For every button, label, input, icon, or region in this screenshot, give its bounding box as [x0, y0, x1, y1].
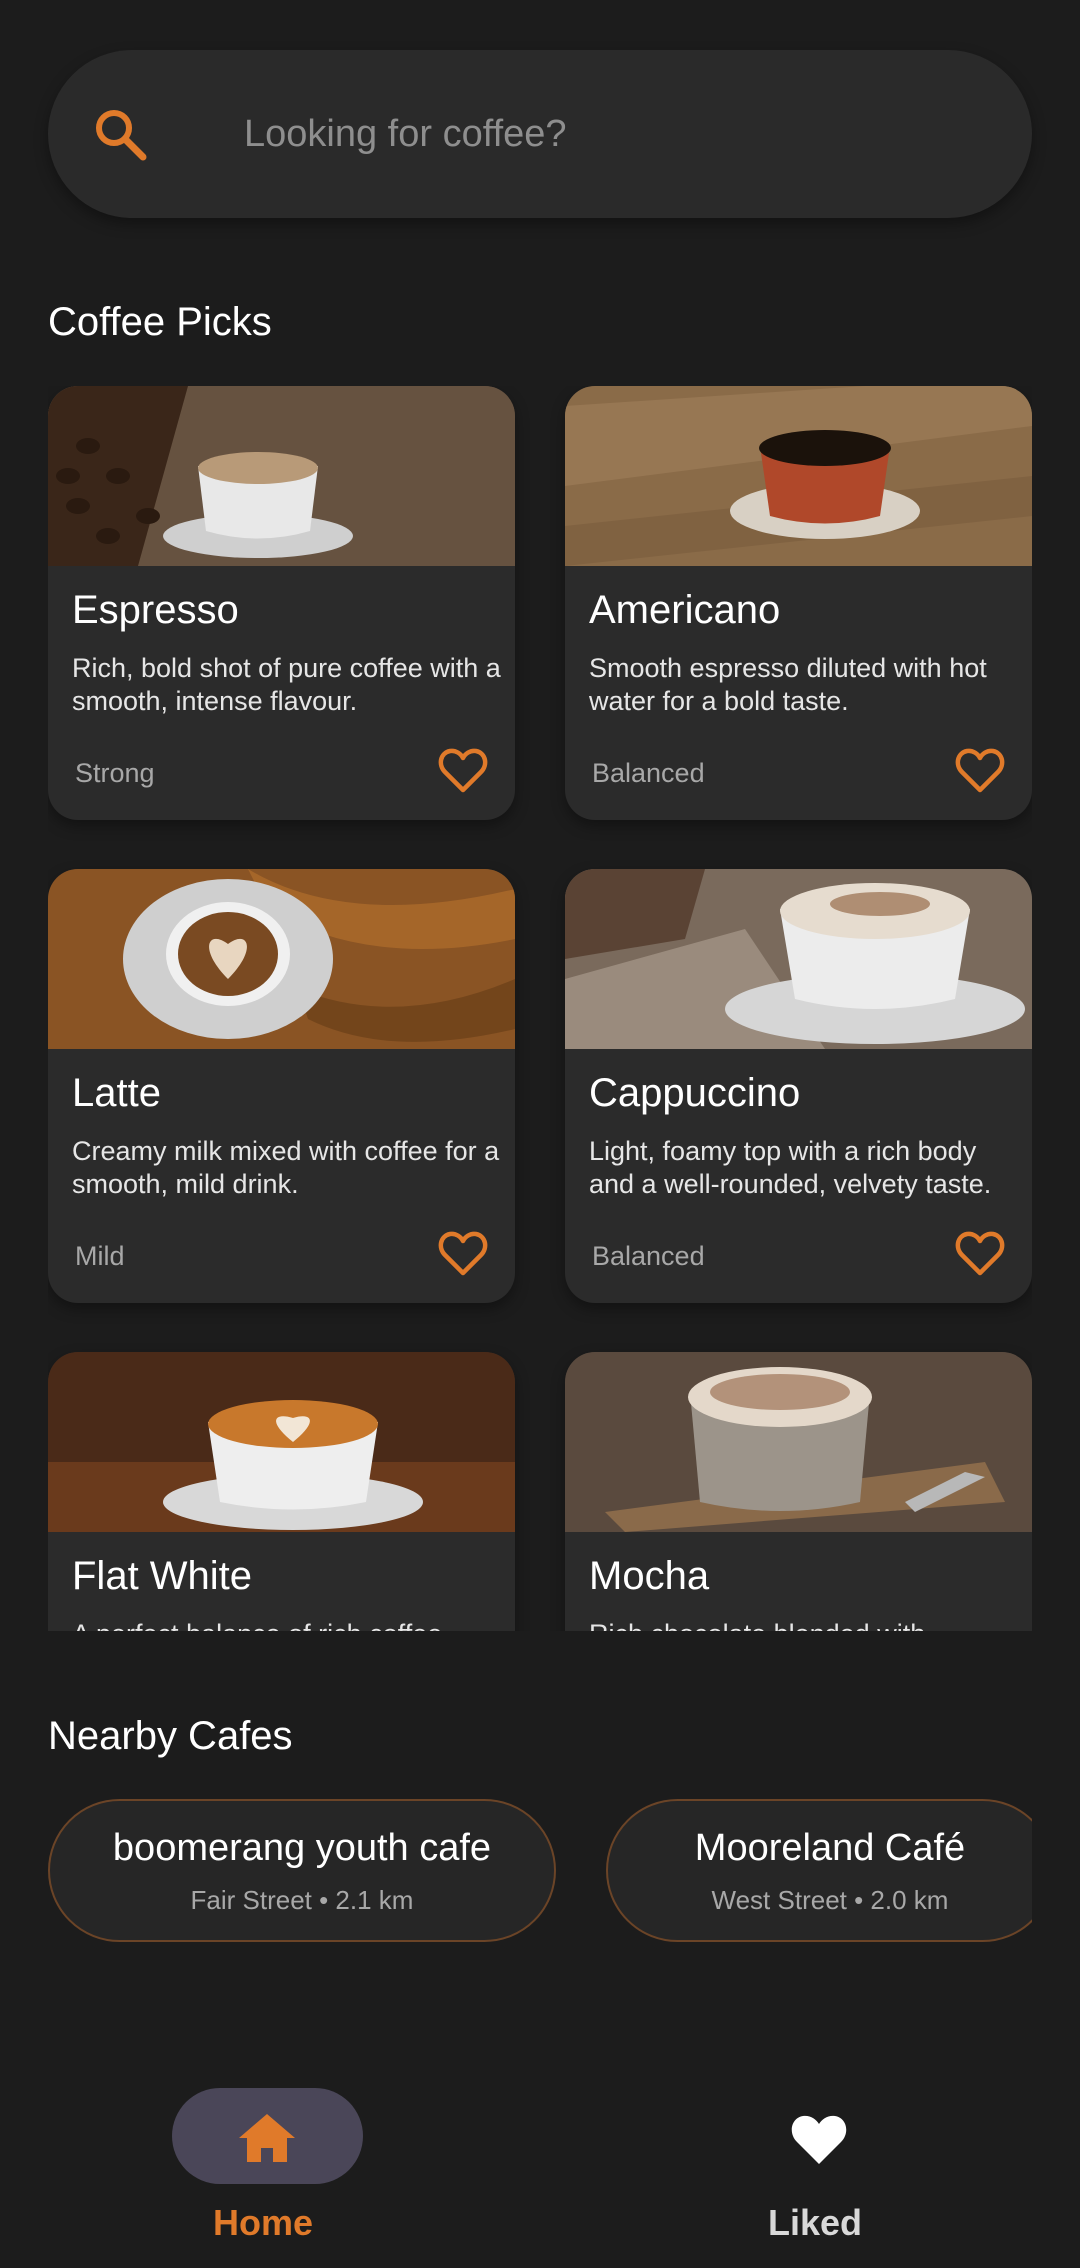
coffee-card-latte[interactable]: Latte Creamy milk mixed with coffee for …	[48, 869, 515, 1303]
card-description: Creamy milk mixed with coffee for a smoo…	[72, 1136, 500, 1199]
card-title: Cappuccino	[589, 1071, 801, 1115]
card-title: Americano	[589, 588, 781, 632]
strength-label: Balanced	[592, 1241, 705, 1271]
strength-label: Strong	[75, 758, 155, 788]
coffee-grid: Espresso Rich, bold shot of pure coffee …	[48, 386, 1032, 1631]
nav-label-home: Home	[212, 2202, 314, 2243]
coffee-picks-title: Coffee Picks	[48, 300, 272, 344]
cafe-meta: West Street • 2.0 km	[711, 1885, 949, 1915]
card-description: Rich, bold shot of pure coffee with a sm…	[72, 653, 501, 716]
card-title: Espresso	[72, 588, 239, 632]
heart-outline-icon[interactable]	[954, 744, 1006, 796]
coffee-card-espresso[interactable]: Espresso Rich, bold shot of pure coffee …	[48, 386, 515, 820]
latte-photo	[48, 869, 515, 1049]
heart-filled-icon[interactable]	[789, 2110, 849, 2166]
mocha-photo	[565, 1352, 1032, 1532]
heart-outline-icon[interactable]	[437, 744, 489, 796]
americano-photo	[565, 386, 1032, 566]
flat-white-photo	[48, 1352, 515, 1532]
card-description: A perfect balance of rich coffee	[72, 1618, 502, 1631]
strength-label: Balanced	[592, 758, 705, 788]
cappuccino-photo	[565, 869, 1032, 1049]
nav-item-home[interactable]: Home	[113, 2064, 413, 2264]
heart-outline-icon[interactable]	[437, 1227, 489, 1279]
strength-label: Mild	[75, 1241, 125, 1271]
bottom-nav: Home Liked	[0, 2040, 1080, 2268]
nearby-cafes-list[interactable]: boomerang youth cafe Fair Street • 2.1 k…	[48, 1799, 1032, 1942]
cafe-meta: Fair Street • 2.1 km	[190, 1885, 414, 1915]
coffee-card-flat-white[interactable]: Flat White A perfect balance of rich cof…	[48, 1352, 515, 1631]
espresso-photo	[48, 386, 515, 566]
nav-item-liked[interactable]: Liked	[665, 2064, 965, 2264]
card-title: Flat White	[72, 1554, 253, 1598]
card-description: Smooth espresso diluted with hot water f…	[589, 653, 987, 716]
card-title: Latte	[72, 1071, 161, 1115]
cafe-name: Mooreland Café	[694, 1827, 966, 1869]
search-input[interactable]	[244, 112, 1004, 156]
coffee-card-mocha[interactable]: Mocha Rich chocolate blended with	[565, 1352, 1032, 1631]
card-title: Mocha	[589, 1554, 710, 1598]
coffee-card-cappuccino[interactable]: Cappuccino Light, foamy top with a rich …	[565, 869, 1032, 1303]
cafe-name: boomerang youth cafe	[112, 1827, 492, 1869]
coffee-card-americano[interactable]: Americano Smooth espresso diluted with h…	[565, 386, 1032, 820]
card-description: Light, foamy top with a rich body and a …	[589, 1136, 992, 1199]
cafe-card[interactable]: boomerang youth cafe Fair Street • 2.1 k…	[48, 1799, 556, 1942]
heart-outline-icon[interactable]	[954, 1227, 1006, 1279]
search-bar[interactable]	[48, 50, 1032, 218]
card-description: Rich chocolate blended with	[589, 1618, 1019, 1631]
nearby-cafes-title: Nearby Cafes	[48, 1714, 293, 1758]
home-icon[interactable]	[237, 2110, 297, 2166]
nav-label-liked: Liked	[767, 2202, 863, 2243]
cafe-card[interactable]: Mooreland Café West Street • 2.0 km	[606, 1799, 1032, 1942]
search-icon[interactable]	[90, 104, 150, 164]
